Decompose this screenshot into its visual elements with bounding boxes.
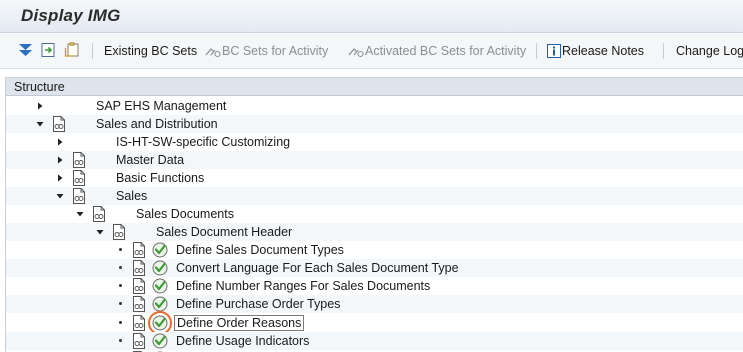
tree-activity[interactable]: Define Number Ranges For Sales Documents [6,277,743,295]
collapse-arrow-icon[interactable] [56,192,64,200]
activated-bc-sets-label: Activated BC Sets for Activity [365,44,527,58]
collapse-arrow-icon[interactable] [76,210,84,218]
collapse-arrow-icon[interactable] [36,120,44,128]
title-bar: Display IMG [0,0,743,33]
documentation-icon[interactable] [132,333,146,349]
collapse-arrow-icon[interactable] [96,228,104,236]
tree-node[interactable]: Master Data [6,151,743,169]
documentation-icon[interactable] [72,152,86,168]
activated-bc-sets-button[interactable]: Activated BC Sets for Activity [348,44,526,60]
tree-activity[interactable]: Convert Language For Each Sales Document… [6,259,743,277]
activated-bc-sets-icon [348,48,364,58]
documentation-icon[interactable] [52,116,66,132]
documentation-icon[interactable] [72,188,86,204]
activity-label[interactable]: Define Sales Document Types [176,242,344,258]
tree-activity[interactable]: Define Sales Document Types [6,241,743,259]
execute-activity-icon[interactable] [152,296,168,312]
tree-node[interactable]: IS-HT-SW-specific Customizing [6,133,743,151]
release-notes-label: Release Notes [562,44,644,58]
expand-arrow-icon[interactable] [36,102,44,110]
tree-activity[interactable]: Define Usage Indicators [6,332,743,350]
bc-sets-activity-icon [205,48,221,58]
tree-column-header: Structure [6,78,743,96]
documentation-icon[interactable] [132,278,146,294]
documentation-icon[interactable] [132,315,146,331]
execute-activity-icon[interactable] [152,242,168,258]
bullet [119,248,122,251]
expand-arrow-icon[interactable] [56,156,64,164]
position-cursor-icon[interactable] [40,42,57,58]
tree-activity-selected[interactable]: Define Order Reasons [6,311,743,335]
node-label: Master Data [116,153,185,167]
tree-node[interactable]: Basic Functions [6,169,743,187]
find-icon[interactable] [64,42,81,58]
tree-node[interactable]: Sales Documents [6,205,743,223]
bullet [119,302,122,305]
documentation-icon[interactable] [132,242,146,258]
documentation-icon[interactable] [132,260,146,276]
change-log-button[interactable]: Change Log [676,44,743,60]
documentation-icon[interactable] [72,170,86,186]
img-structure-tree: Structure SAP EHS Management Sales and D… [5,77,743,352]
node-label: Sales and Distribution [96,117,218,131]
expand-all-icon[interactable] [17,42,34,58]
activity-label[interactable]: Define Order Reasons [174,315,305,331]
node-label: Sales Document Header [156,225,293,239]
node-label: Sales [116,189,148,203]
application-toolbar: Existing BC Sets BC Sets for Activity Ac… [0,33,743,69]
tree-node[interactable]: SAP EHS Management [6,97,743,115]
tree-node[interactable]: Sales Document Header [6,223,743,241]
activity-label[interactable]: Convert Language For Each Sales Document… [176,260,459,276]
execute-activity-icon[interactable] [152,278,168,294]
bc-sets-for-activity-label: BC Sets for Activity [222,44,329,58]
expand-arrow-icon[interactable] [56,174,64,182]
window-title: Display IMG [21,6,121,25]
documentation-icon[interactable] [132,296,146,312]
info-icon [547,44,561,58]
tree-node[interactable]: Sales [6,187,743,205]
node-label: Sales Documents [136,207,234,221]
documentation-icon[interactable] [92,206,106,222]
tree-node[interactable]: Sales and Distribution [6,115,743,133]
node-label: SAP EHS Management [96,99,227,113]
execute-activity-icon[interactable] [152,333,168,349]
tree-activity[interactable]: Define Purchase Order Types [6,295,743,313]
bullet [119,284,122,287]
bc-sets-for-activity-button[interactable]: BC Sets for Activity [205,44,328,60]
execute-activity-icon[interactable] [152,260,168,276]
activity-label[interactable]: Define Purchase Order Types [176,296,340,312]
activity-label[interactable]: Define Usage Indicators [176,333,309,349]
activity-label[interactable]: Define Number Ranges For Sales Documents [176,278,430,294]
bullet [119,321,122,324]
bullet [119,266,122,269]
expand-arrow-icon[interactable] [56,138,64,146]
node-label: IS-HT-SW-specific Customizing [116,135,291,149]
node-label: Basic Functions [116,171,205,185]
release-notes-button[interactable]: Release Notes [547,44,644,60]
existing-bc-sets-button[interactable]: Existing BC Sets [104,44,197,60]
documentation-icon[interactable] [112,224,126,240]
bullet [119,339,122,342]
